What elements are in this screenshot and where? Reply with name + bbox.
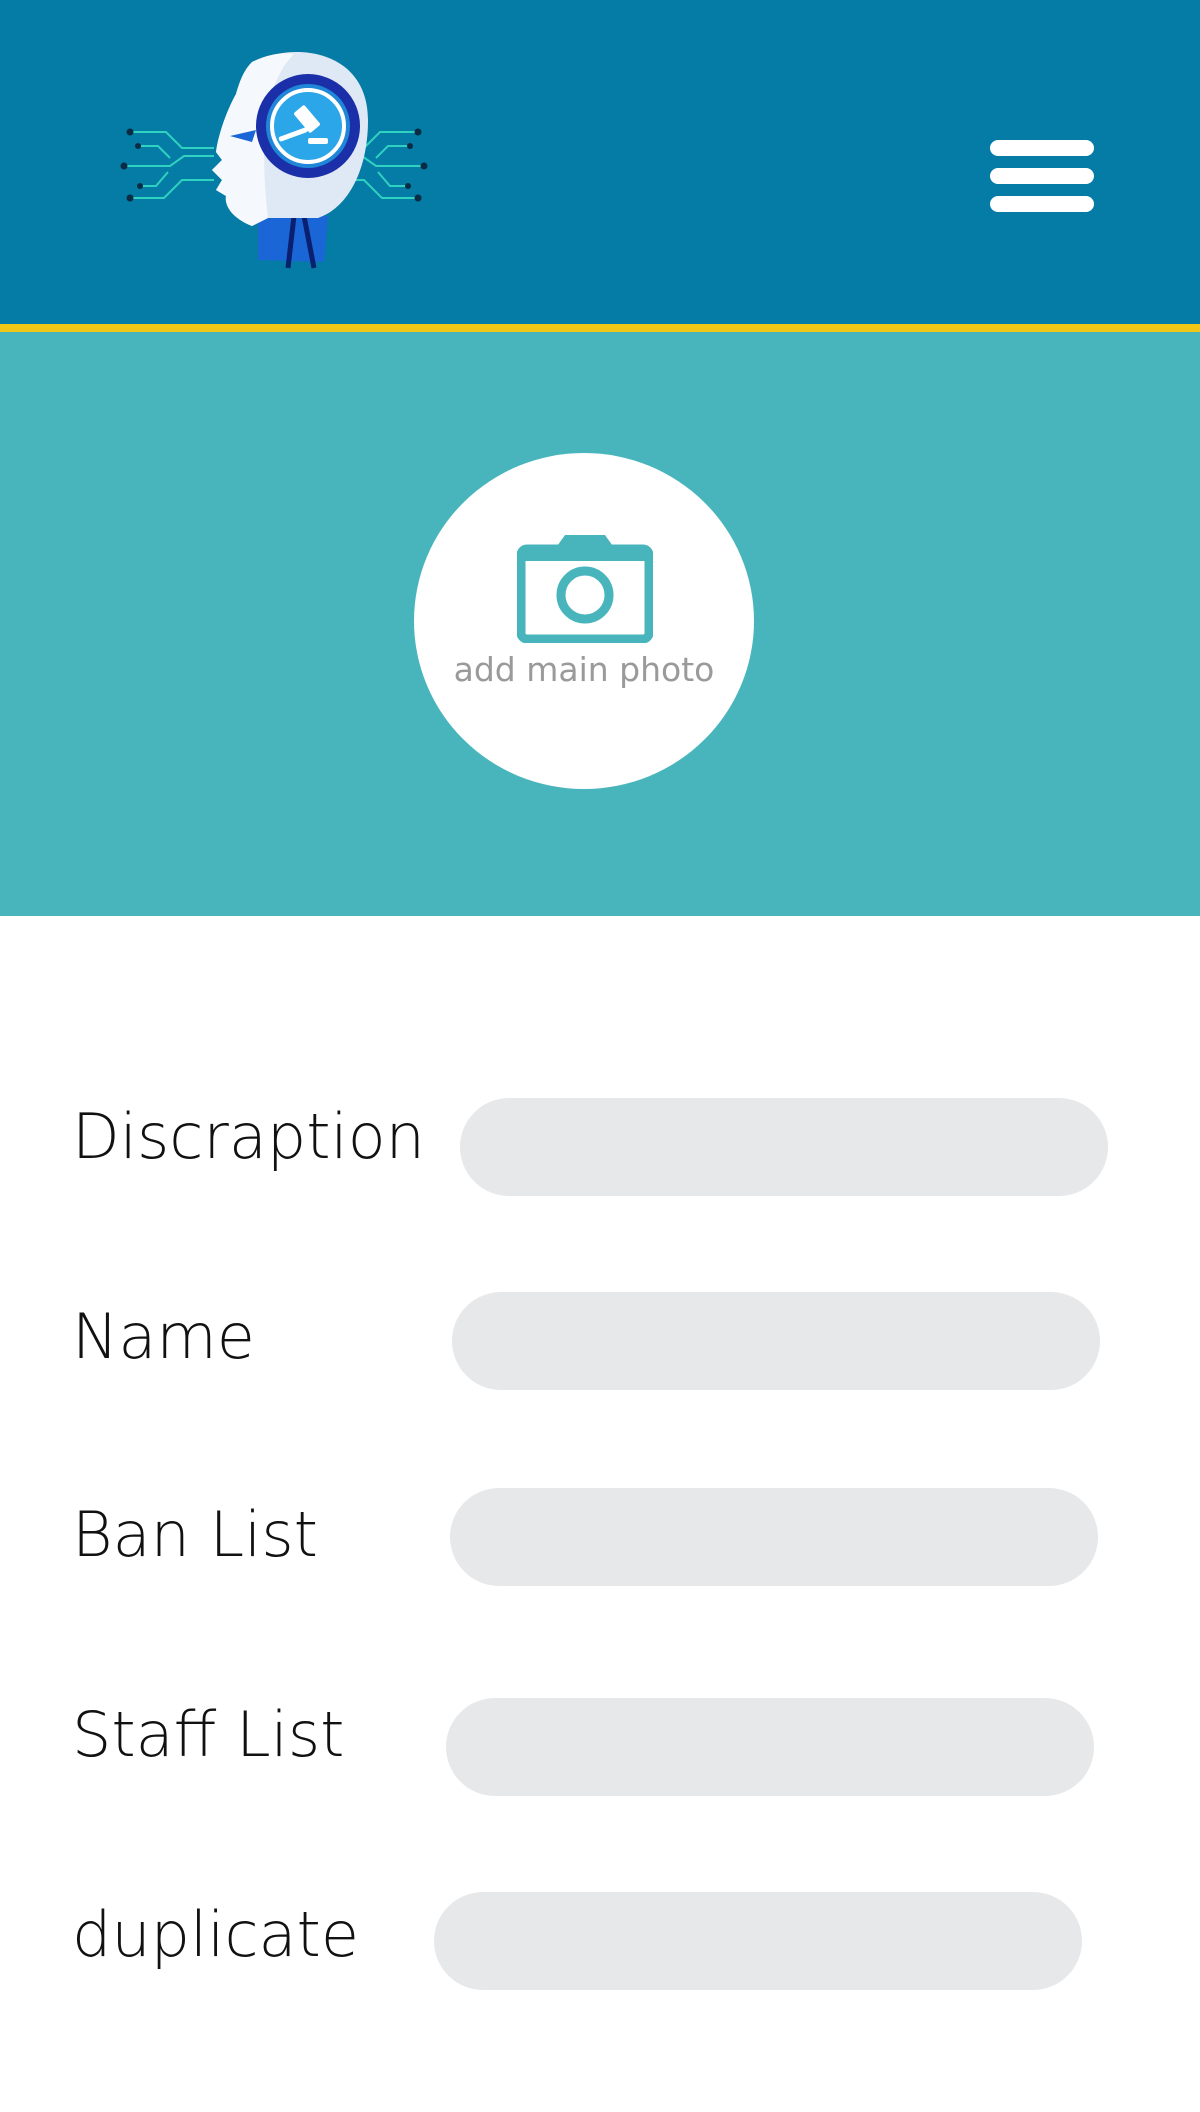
ban-list-input[interactable] bbox=[450, 1488, 1098, 1586]
add-main-photo-label: add main photo bbox=[453, 650, 715, 689]
details-form: Discraption Name Ban List Staff List dup… bbox=[0, 916, 1200, 2112]
menu-bar-middle bbox=[990, 168, 1094, 184]
staff-list-input[interactable] bbox=[446, 1698, 1094, 1796]
duplicate-input[interactable] bbox=[434, 1892, 1082, 1990]
menu-bar-top bbox=[990, 140, 1094, 156]
add-main-photo-button[interactable]: add main photo bbox=[414, 453, 754, 789]
description-input[interactable] bbox=[460, 1098, 1108, 1196]
staff-list-label: Staff List bbox=[72, 1698, 345, 1771]
name-input[interactable] bbox=[452, 1292, 1100, 1390]
app-header bbox=[0, 0, 1200, 332]
menu-bar-bottom bbox=[990, 196, 1094, 212]
photo-upload-section: add main photo bbox=[0, 332, 1200, 916]
hamburger-menu-icon[interactable] bbox=[990, 136, 1096, 216]
camera-icon bbox=[516, 533, 654, 644]
robot-head-gavel-logo-icon bbox=[118, 40, 438, 280]
description-label: Discraption bbox=[72, 1100, 425, 1173]
duplicate-label: duplicate bbox=[72, 1898, 359, 1971]
name-label: Name bbox=[72, 1300, 255, 1373]
ban-list-label: Ban List bbox=[72, 1498, 318, 1571]
